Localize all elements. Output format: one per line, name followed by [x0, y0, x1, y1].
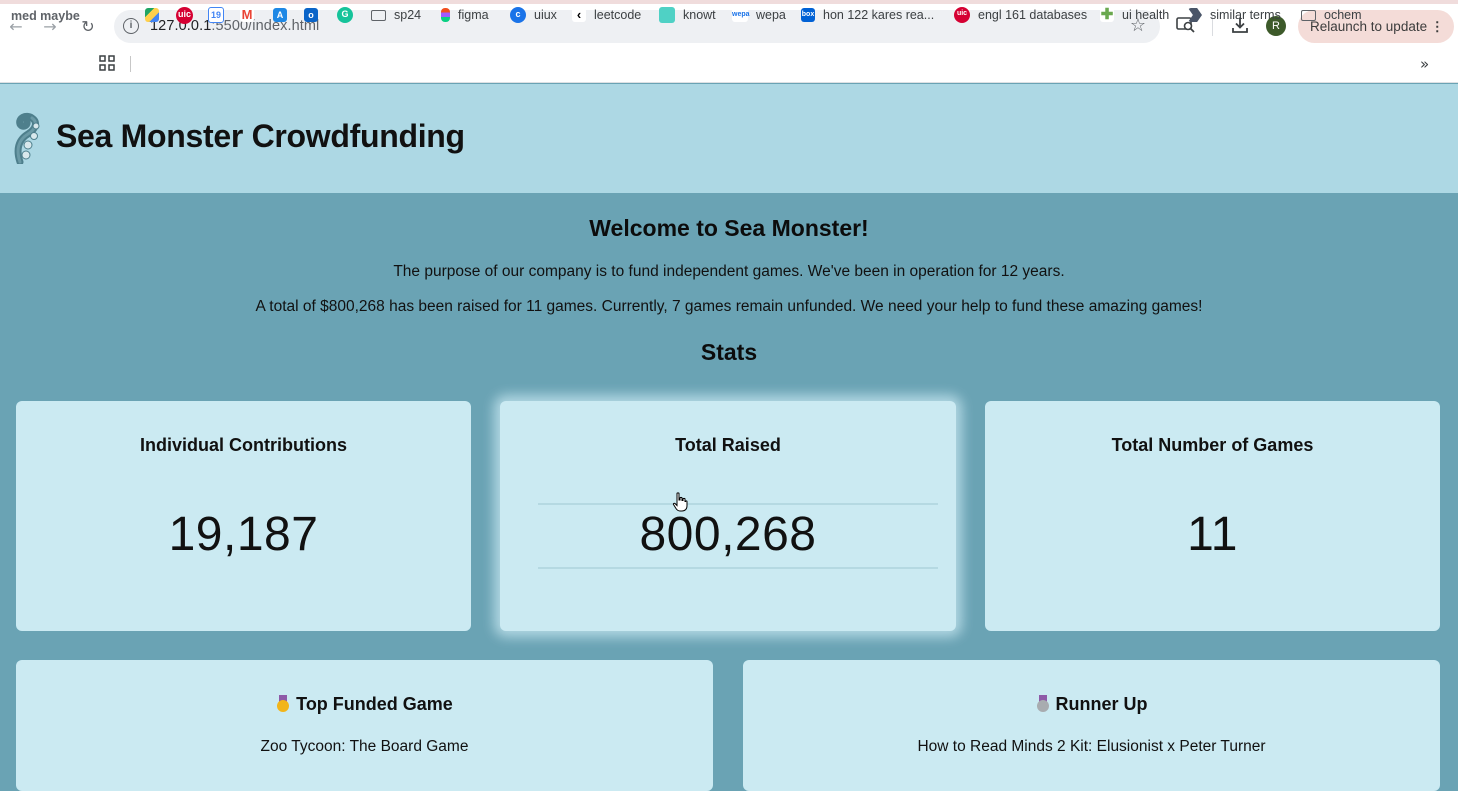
runner-up-title-text: Runner Up — [1055, 694, 1148, 714]
bookmark-label: engl 161 databases — [978, 8, 1088, 22]
health-icon: ✚ — [1100, 6, 1114, 23]
bookmark-label: leetcode — [594, 8, 642, 22]
folder-icon — [371, 9, 386, 21]
main-content: Welcome to Sea Monster! The purpose of o… — [0, 193, 1458, 791]
outlook-icon[interactable]: o — [304, 4, 318, 26]
site-title: Sea Monster Crowdfunding — [56, 118, 465, 154]
funding-summary-text: A total of $800,268 has been raised for … — [255, 298, 1203, 315]
bookmark-figma[interactable]: figma — [441, 4, 489, 26]
classroom-icon[interactable]: A — [273, 4, 287, 26]
grammarly-icon[interactable]: G — [337, 4, 353, 26]
drive-icon[interactable] — [145, 4, 159, 26]
bookmarks-bar — [0, 52, 1458, 83]
site-header: Sea Monster Crowdfunding — [0, 84, 1458, 193]
hand-cursor-icon — [672, 492, 688, 512]
figma-icon — [441, 8, 450, 22]
bookmark-label: wepa — [756, 8, 786, 22]
calendar-icon[interactable]: 19 — [208, 4, 224, 26]
bookmark-label: sp24 — [394, 8, 422, 22]
bookmark-wepa[interactable]: wepa wepa — [732, 4, 786, 26]
bookmark-sp24[interactable]: sp24 — [371, 4, 421, 26]
hover-glow-line — [538, 503, 938, 505]
welcome-heading: Welcome to Sea Monster! — [589, 215, 869, 241]
stat-card-total-games: Total Number of Games 11 — [985, 401, 1440, 631]
bookmark-similar-terms[interactable]: similar terms — [1188, 4, 1281, 26]
top-funded-title: Top Funded Game — [16, 694, 713, 715]
bookmark-hon-122[interactable]: box hon 122 kares rea... — [801, 4, 934, 26]
tentacle-icon — [14, 112, 40, 164]
runner-up-game: How to Read Minds 2 Kit: Elusionist x Pe… — [917, 738, 1266, 755]
stat-card-contributions: Individual Contributions 19,187 — [16, 401, 471, 631]
top-funded-game: Zoo Tycoon: The Board Game — [260, 738, 469, 755]
wepa-icon: wepa — [732, 8, 750, 22]
stat-card-total-raised[interactable]: Total Raised 800,268 — [500, 401, 956, 631]
menu-dots-icon[interactable]: ⋮ — [1431, 10, 1445, 43]
runner-up-card: Runner Up How to Read Minds 2 Kit: Elusi… — [743, 660, 1440, 791]
arrow-icon — [1188, 8, 1202, 22]
bookmark-knowt[interactable]: knowt — [659, 4, 716, 26]
stat-card-title: Total Raised — [675, 435, 781, 455]
bookmark-label: uiux — [534, 8, 557, 22]
company-purpose-text: The purpose of our company is to fund in… — [393, 263, 1065, 280]
top-funded-card: Top Funded Game Zoo Tycoon: The Board Ga… — [16, 660, 713, 791]
bookmark-ochem[interactable]: ochem — [1301, 4, 1362, 26]
leetcode-icon: ‹ — [572, 8, 586, 22]
top-funded-title-text: Top Funded Game — [296, 694, 453, 714]
stat-card-value: 11 — [1187, 508, 1238, 561]
bookmark-label: similar terms — [1210, 8, 1281, 22]
uic-icon[interactable]: uic — [176, 4, 193, 26]
site-info-icon[interactable]: i — [123, 18, 139, 34]
bookmark-uiux[interactable]: c uiux — [510, 4, 557, 26]
bookmark-label: ui health — [1122, 8, 1170, 22]
stat-card-title: Individual Contributions — [140, 435, 347, 455]
bookmark-leetcode[interactable]: ‹ leetcode — [572, 4, 641, 26]
bookmark-divider — [130, 56, 131, 72]
stat-card-title: Total Number of Games — [1111, 435, 1314, 455]
silver-medal-icon — [1036, 695, 1050, 713]
box-icon: box — [801, 8, 815, 22]
bookmark-label: hon 122 kares rea... — [823, 8, 935, 22]
bookmark-ui-health[interactable]: ✚ ui health — [1100, 4, 1169, 26]
gmail-icon[interactable]: M — [240, 4, 254, 26]
bookmark-label: figma — [458, 8, 489, 22]
bookmark-engl-161[interactable]: uic engl 161 databases — [954, 4, 1087, 26]
bookmark-label: knowt — [683, 8, 716, 22]
bookmark-label: ochem — [1324, 8, 1362, 22]
hover-glow-line — [538, 567, 938, 569]
apps-grid-icon[interactable] — [96, 52, 118, 74]
stat-card-value: 19,187 — [168, 508, 319, 561]
bookmark-med-maybe[interactable]: med maybe — [11, 9, 80, 23]
stats-heading: Stats — [700, 339, 758, 365]
uiux-icon: c — [510, 7, 526, 23]
knowt-icon — [659, 7, 675, 23]
more-bookmarks-icon[interactable]: » — [1420, 55, 1429, 73]
folder-icon — [1301, 9, 1316, 21]
uic-icon: uic — [954, 7, 970, 23]
runner-up-title: Runner Up — [743, 694, 1440, 715]
gold-medal-icon — [276, 695, 290, 713]
stat-card-value: 800,268 — [639, 508, 817, 561]
